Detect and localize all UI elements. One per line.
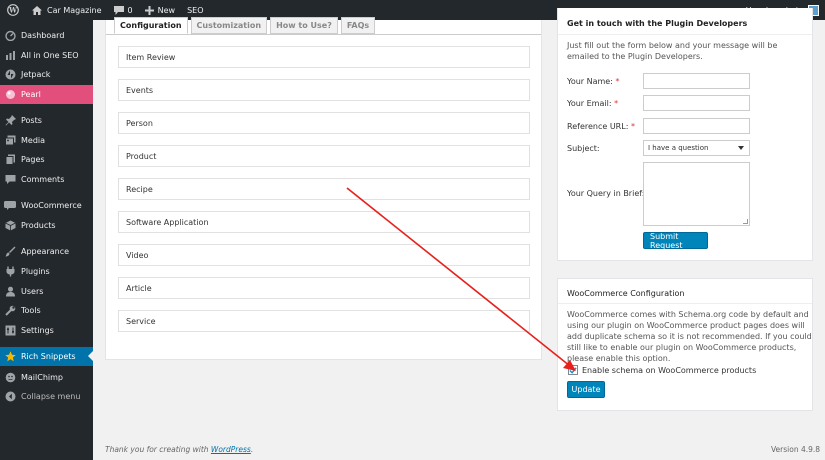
menu-item-dashboard[interactable]: Dashboard <box>0 26 93 45</box>
subject-selected-value: I have a question <box>648 144 709 152</box>
menu-item-mailchimp[interactable]: MailChimp <box>0 368 93 387</box>
woo-description: WooCommerce comes with Schema.org code b… <box>567 310 812 363</box>
jetpack-icon <box>0 69 20 80</box>
woocommerce-icon <box>0 201 20 210</box>
users-icon <box>0 286 20 297</box>
resize-handle-icon[interactable] <box>743 219 748 224</box>
menu-item-rich-snippets[interactable]: Rich Snippets <box>0 347 93 366</box>
contact-intro: Just fill out the form below and your me… <box>567 41 778 61</box>
site-name: Car Magazine <box>47 5 102 15</box>
enable-schema-checkbox[interactable] <box>568 365 578 375</box>
submit-request-button[interactable]: Submit Request <box>643 232 708 250</box>
tab-faqs[interactable]: FAQs <box>340 17 376 34</box>
email-field-label: Your Email: * <box>567 99 619 108</box>
menu-item-plugins[interactable]: Plugins <box>0 262 93 281</box>
wordpress-logo-icon[interactable]: W <box>0 0 26 20</box>
woo-panel-title: WooCommerce Configuration <box>567 289 685 298</box>
woocommerce-config-panel: WooCommerce Configuration WooCommerce co… <box>557 278 813 411</box>
enable-schema-label[interactable]: Enable schema on WooCommerce products <box>582 366 756 375</box>
footer-version: Version 4.9.8 <box>771 445 821 454</box>
woo-divider <box>558 303 812 304</box>
subject-select[interactable]: I have a question <box>643 140 750 156</box>
media-icon <box>0 135 20 146</box>
mailchimp-icon <box>0 372 20 383</box>
seo-label: SEO <box>187 5 204 15</box>
name-field-label: Your Name: * <box>567 77 620 86</box>
subject-label: Subject: <box>567 144 600 153</box>
current-menu-arrow <box>88 351 93 361</box>
section-recipe[interactable]: Recipe <box>118 178 530 200</box>
tools-icon <box>0 305 20 316</box>
plus-icon <box>144 5 154 15</box>
tab-bar: Configuration Customization How to Use? … <box>114 17 378 34</box>
svg-text:W: W <box>8 6 17 15</box>
wordpress-link[interactable]: WordPress <box>211 445 251 454</box>
name-field[interactable] <box>643 73 750 89</box>
section-video[interactable]: Video <box>118 244 530 266</box>
pearl-icon <box>0 89 20 100</box>
star-icon <box>0 351 20 362</box>
dashboard-icon <box>0 30 20 41</box>
contact-panel-title: Get in touch with the Plugin Developers <box>567 19 748 28</box>
menu-item-users[interactable]: Users <box>0 282 93 301</box>
section-article[interactable]: Article <box>118 277 530 299</box>
section-product[interactable]: Product <box>118 145 530 167</box>
new-label: New <box>157 5 176 15</box>
menu-item-settings[interactable]: Settings <box>0 321 93 340</box>
section-software-application[interactable]: Software Application <box>118 211 530 233</box>
comment-bubble-icon <box>113 5 124 15</box>
products-icon <box>0 220 20 231</box>
contact-developers-panel: Get in touch with the Plugin Developers … <box>557 8 813 261</box>
settings-icon <box>0 325 20 336</box>
contact-divider <box>558 34 812 35</box>
reference-url-label: Reference URL: * <box>567 122 635 131</box>
pages-icon <box>0 154 20 165</box>
menu-item-jetpack[interactable]: Jetpack <box>0 65 93 84</box>
menu-item-pages[interactable]: Pages <box>0 150 93 169</box>
section-service[interactable]: Service <box>118 310 530 332</box>
section-person[interactable]: Person <box>118 112 530 134</box>
email-field[interactable] <box>643 95 750 111</box>
section-item-review[interactable]: Item Review <box>118 46 530 68</box>
comments-icon <box>0 174 20 185</box>
footer-thanks: Thank you for creating with WordPress. <box>105 445 254 454</box>
settings-panel: Configuration Customization How to Use? … <box>105 17 542 360</box>
admin-sidebar: Dashboard All in One SEO Jetpack Pearl P… <box>0 20 93 460</box>
menu-item-woocommerce[interactable]: WooCommerce <box>0 196 93 215</box>
menu-item-posts[interactable]: Posts <box>0 111 93 130</box>
plugins-icon <box>0 266 20 277</box>
home-icon <box>32 5 42 15</box>
menu-item-products[interactable]: Products <box>0 216 93 235</box>
tab-customization[interactable]: Customization <box>190 17 268 34</box>
menu-item-tools[interactable]: Tools <box>0 301 93 320</box>
reference-url-field[interactable] <box>643 118 750 134</box>
comments-count: 0 <box>127 5 133 15</box>
update-button[interactable]: Update <box>567 381 605 398</box>
seo-icon <box>0 50 20 61</box>
query-label: Your Query in Brief: <box>567 189 645 198</box>
menu-item-appearance[interactable]: Appearance <box>0 242 93 261</box>
tab-how-to-use[interactable]: How to Use? <box>270 17 338 34</box>
tabs-divider <box>106 34 541 35</box>
query-textarea[interactable] <box>643 162 750 226</box>
tab-configuration[interactable]: Configuration <box>114 17 188 34</box>
section-events[interactable]: Events <box>118 79 530 101</box>
pin-icon <box>0 115 20 126</box>
chevron-down-icon <box>738 146 744 150</box>
menu-item-all-in-one-seo[interactable]: All in One SEO <box>0 46 93 65</box>
collapse-icon <box>0 391 20 402</box>
site-name-link[interactable]: Car Magazine <box>26 0 108 20</box>
collapse-menu-button[interactable]: Collapse menu <box>0 387 93 406</box>
menu-item-comments[interactable]: Comments <box>0 170 93 189</box>
menu-item-media[interactable]: Media <box>0 131 93 150</box>
menu-item-pearl[interactable]: Pearl <box>0 85 93 104</box>
appearance-icon <box>0 246 20 257</box>
checkmark-icon <box>569 366 577 374</box>
